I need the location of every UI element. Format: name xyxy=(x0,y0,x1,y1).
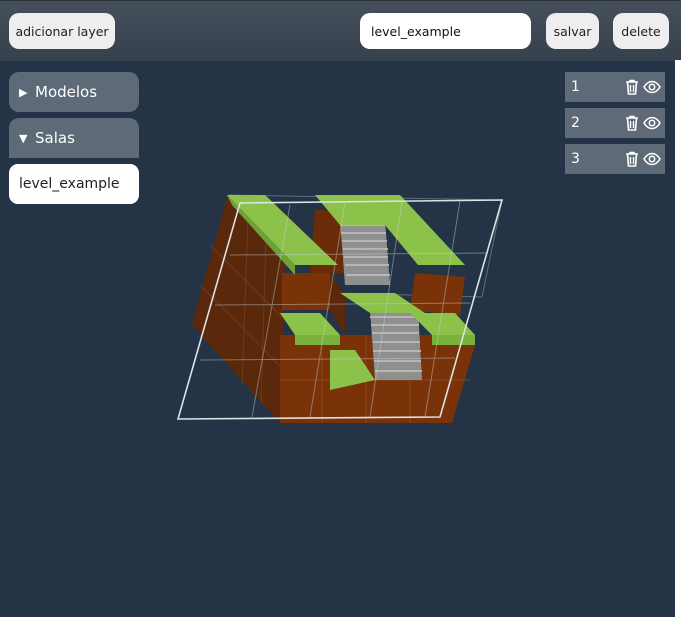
eye-icon[interactable] xyxy=(643,114,661,132)
layer-row-2[interactable]: 2 xyxy=(565,108,665,138)
trash-icon[interactable] xyxy=(623,114,641,132)
room-item-level-example[interactable]: level_example xyxy=(9,164,139,204)
models-label: Modelos xyxy=(35,83,98,101)
layer-row-1[interactable]: 1 xyxy=(565,72,665,102)
expanded-triangle-icon: ▼ xyxy=(19,131,28,145)
trash-icon[interactable] xyxy=(623,78,641,96)
trash-icon[interactable] xyxy=(623,150,641,168)
level-3d-viewport[interactable] xyxy=(170,185,510,435)
collapsed-triangle-icon: ▶ xyxy=(19,85,28,99)
rooms-toggle[interactable]: ▼ Salas xyxy=(9,118,139,158)
layer-label: 1 xyxy=(571,79,580,95)
toolbar: adicionar layer salvar delete xyxy=(0,0,681,61)
add-layer-button[interactable]: adicionar layer xyxy=(9,13,115,49)
save-button[interactable]: salvar xyxy=(546,13,599,49)
room-label: level_example xyxy=(19,176,120,192)
scrollbar-track[interactable] xyxy=(675,60,681,617)
eye-icon[interactable] xyxy=(643,150,661,168)
layer-label: 2 xyxy=(571,115,580,131)
delete-button[interactable]: delete xyxy=(613,13,669,49)
models-toggle[interactable]: ▶ Modelos xyxy=(9,72,139,112)
layer-row-3[interactable]: 3 xyxy=(565,144,665,174)
level-name-input[interactable] xyxy=(360,13,531,49)
layer-label: 3 xyxy=(571,151,580,167)
rooms-label: Salas xyxy=(35,129,75,147)
eye-icon[interactable] xyxy=(643,78,661,96)
